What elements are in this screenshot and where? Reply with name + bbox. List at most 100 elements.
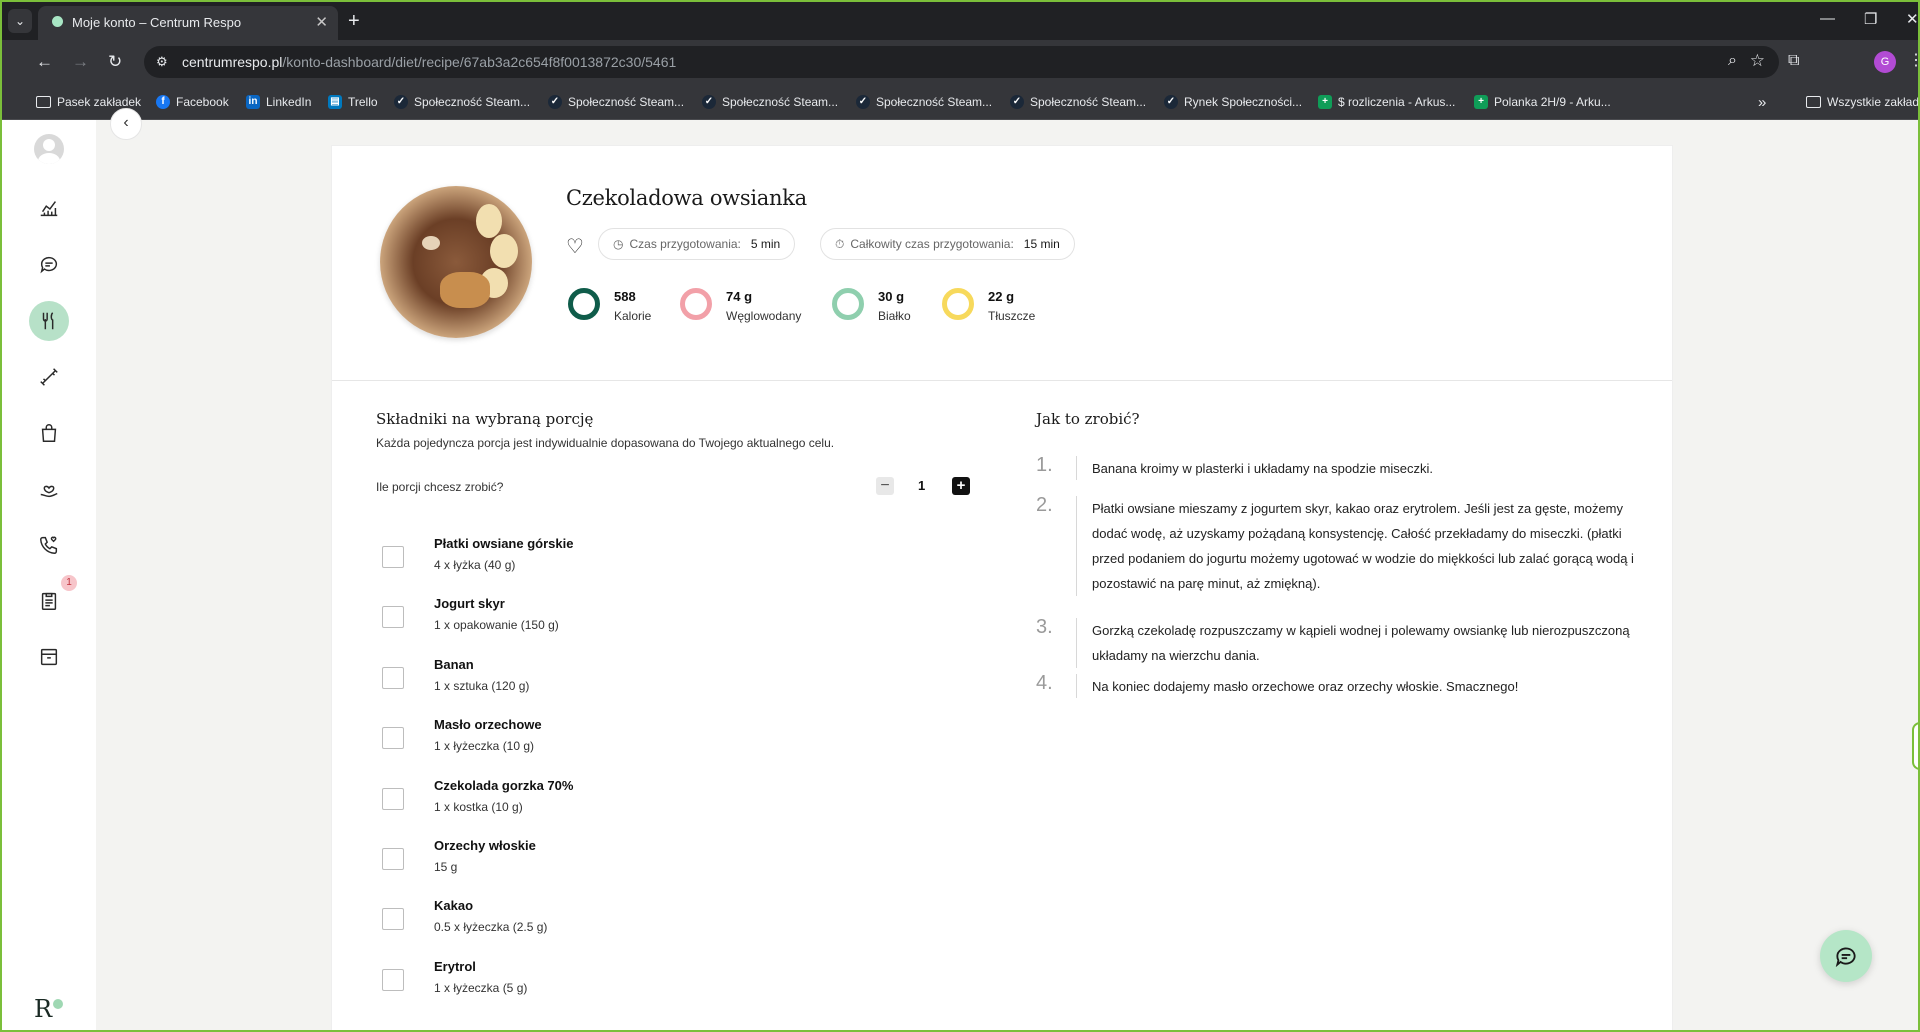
step-number: 4. bbox=[1036, 672, 1053, 694]
zoom-icon[interactable]: ⌕ bbox=[1728, 52, 1737, 70]
steam-icon: ✓ bbox=[548, 95, 562, 109]
macro-fat: 22 g Tłuszcze bbox=[942, 288, 1035, 326]
sidebar-item-diet[interactable] bbox=[29, 301, 69, 341]
minimize-icon[interactable]: — bbox=[1820, 10, 1835, 27]
bookmark-item[interactable]: ▤ Trello bbox=[328, 84, 378, 120]
back-button[interactable]: ‹ bbox=[110, 108, 142, 140]
macro-ring bbox=[568, 288, 600, 320]
notification-badge: 1 bbox=[61, 575, 77, 591]
increase-portions-button[interactable]: + bbox=[952, 477, 970, 495]
all-bookmarks-button[interactable]: Wszystkie zakładki bbox=[1806, 84, 1918, 120]
browser-tab-active[interactable]: Moje konto – Centrum Respo ✕ bbox=[38, 6, 338, 42]
sidebar-item-tasks[interactable]: 1 bbox=[29, 575, 77, 621]
forward-arrow-icon[interactable]: → bbox=[72, 52, 89, 72]
bookmarks-overflow-button[interactable]: » bbox=[1758, 84, 1766, 120]
ingredient-row[interactable]: Kakao 0.5 x łyżeczka (2.5 g) bbox=[382, 898, 882, 946]
favorite-heart-icon[interactable]: ♡ bbox=[566, 234, 584, 259]
step-text: Gorzką czekoladę rozpuszczamy w kąpieli … bbox=[1092, 623, 1630, 663]
ingredient-name: Erytrol bbox=[434, 958, 476, 974]
user-avatar[interactable] bbox=[34, 134, 64, 164]
ingredient-checkbox[interactable] bbox=[382, 848, 404, 870]
profile-avatar[interactable]: G bbox=[1874, 51, 1896, 73]
ingredient-checkbox[interactable] bbox=[382, 787, 404, 810]
bookmark-item[interactable]: ✓ Rynek Społeczności... bbox=[1164, 84, 1302, 120]
bookmarks-bar: Pasek zakładek f Facebook in LinkedIn ▤ Tre… bbox=[2, 84, 1918, 120]
ingredient-checkbox[interactable] bbox=[382, 606, 404, 629]
ingredient-name: Banan bbox=[434, 656, 474, 672]
ingredient-row[interactable]: Czekolada gorzka 70% 1 x kostka (10 g) bbox=[382, 778, 882, 826]
bookmark-item[interactable]: ✓ Społeczność Steam... bbox=[1010, 84, 1146, 120]
ingredient-row[interactable]: Banan 1 x sztuka (120 g) bbox=[382, 657, 882, 705]
browser-menu-icon[interactable]: ⋮ bbox=[1908, 50, 1918, 70]
step-divider bbox=[1076, 456, 1077, 480]
bookmark-item[interactable]: in LinkedIn bbox=[246, 84, 311, 120]
phone-heart-icon bbox=[40, 536, 58, 554]
ingredient-checkbox[interactable] bbox=[382, 666, 404, 689]
archive-box-icon bbox=[40, 648, 58, 666]
ingredient-row[interactable]: Orzechy włoskie 15 g bbox=[382, 838, 882, 886]
site-info-icon[interactable]: ⚙ bbox=[156, 54, 168, 70]
ingredient-checkbox[interactable] bbox=[382, 908, 404, 931]
bookmark-item[interactable]: ✓ Społeczność Steam... bbox=[548, 84, 684, 120]
chat-icon bbox=[1835, 947, 1856, 968]
ingredient-checkbox[interactable] bbox=[382, 546, 404, 568]
close-tab-icon[interactable]: ✕ bbox=[315, 13, 328, 31]
bookmark-item[interactable]: f Facebook bbox=[156, 84, 229, 120]
close-window-icon[interactable]: ✕ bbox=[1906, 10, 1918, 28]
cutlery-icon bbox=[42, 312, 54, 330]
sidebar-item-progress[interactable] bbox=[29, 188, 69, 228]
url-omnibox[interactable]: ⚙ centrumrespo.pl/konto-dashboard/diet/r… bbox=[144, 46, 1779, 78]
ingredient-row[interactable]: Jogurt skyr 1 x opakowanie (150 g) bbox=[382, 596, 882, 644]
sidebar-item-chat[interactable] bbox=[29, 244, 69, 284]
sidebar-item-shop[interactable] bbox=[29, 413, 69, 453]
section-divider bbox=[332, 380, 1672, 381]
recipe-card: Czekoladowa owsianka ♡ ◷ Czas przygotowa… bbox=[332, 146, 1672, 1030]
clipboard-list-icon bbox=[41, 592, 57, 610]
ingredients-title: Składniki na wybraną porcję bbox=[376, 410, 594, 428]
tab-bar: ⌄ Moje konto – Centrum Respo ✕ + — ❐ ✕ bbox=[2, 0, 1918, 42]
ingredient-row[interactable]: Erytrol 1 x łyżeczka (5 g) bbox=[382, 959, 882, 1007]
ingredient-row[interactable]: Płatki owsiane górskie 4 x łyżka (40 g) bbox=[382, 536, 882, 584]
sidebar-item-training[interactable] bbox=[29, 357, 69, 397]
bookmark-item[interactable]: ✓ Społeczność Steam... bbox=[394, 84, 530, 120]
bookmark-star-icon[interactable]: ☆ bbox=[1750, 51, 1765, 71]
trello-icon: ▤ bbox=[328, 95, 342, 109]
bookmark-item[interactable]: ✓ Społeczność Steam... bbox=[702, 84, 838, 120]
ingredient-checkbox[interactable] bbox=[382, 727, 404, 750]
timer-icon: ⏱ bbox=[835, 236, 845, 251]
tab-search-dropdown[interactable]: ⌄ bbox=[8, 9, 32, 33]
macro-calories: 588 Kalorie bbox=[568, 288, 651, 326]
sidebar-item-archive[interactable] bbox=[29, 637, 69, 677]
macro-ring bbox=[832, 288, 864, 320]
reload-icon[interactable]: ↻ bbox=[108, 52, 122, 72]
folder-icon bbox=[36, 96, 51, 108]
ingredient-name: Czekolada gorzka 70% bbox=[434, 777, 574, 793]
prep-time-pill: ◷ Czas przygotowania: 5 min bbox=[598, 228, 796, 260]
ingredient-checkbox[interactable] bbox=[382, 968, 404, 991]
ingredient-row[interactable]: Masło orzechowe 1 x łyżeczka (10 g) bbox=[382, 717, 882, 765]
back-arrow-icon[interactable]: ← bbox=[36, 52, 53, 72]
new-tab-button[interactable]: + bbox=[348, 10, 360, 33]
chat-button[interactable] bbox=[1820, 930, 1872, 982]
step-divider bbox=[1076, 674, 1077, 698]
bookmark-item[interactable]: ✓ Społeczność Steam... bbox=[856, 84, 992, 120]
sidebar-item-consultation[interactable] bbox=[29, 525, 69, 565]
ingredient-amount: 1 x kostka (10 g) bbox=[434, 799, 523, 814]
ingredient-amount: 4 x łyżka (40 g) bbox=[434, 558, 516, 572]
steam-icon: ✓ bbox=[856, 95, 870, 109]
step-text: Płatki owsiane mieszamy z jogurtem skyr,… bbox=[1092, 501, 1634, 591]
restore-icon[interactable]: ❐ bbox=[1864, 10, 1877, 28]
side-feedback-tab[interactable] bbox=[1912, 722, 1918, 770]
bookmark-item[interactable]: + $ rozliczenia - Arkus... bbox=[1318, 84, 1455, 120]
app-sidebar: 1 R bbox=[2, 120, 96, 1030]
recipe-photo bbox=[380, 186, 532, 338]
url-text[interactable]: centrumrespo.pl/konto-dashboard/diet/rec… bbox=[182, 54, 676, 70]
macro-ring bbox=[942, 288, 974, 320]
step-divider bbox=[1076, 618, 1077, 668]
sidebar-item-wellbeing[interactable] bbox=[29, 469, 69, 509]
step-number: 3. bbox=[1036, 616, 1053, 638]
bookmark-item[interactable]: + Polanka 2H/9 - Arku... bbox=[1474, 84, 1611, 120]
decrease-portions-button[interactable]: − bbox=[876, 477, 894, 495]
extensions-icon[interactable]: ⧉ bbox=[1788, 52, 1799, 70]
portions-question: Ile porcji chcesz zrobić? bbox=[376, 480, 504, 494]
